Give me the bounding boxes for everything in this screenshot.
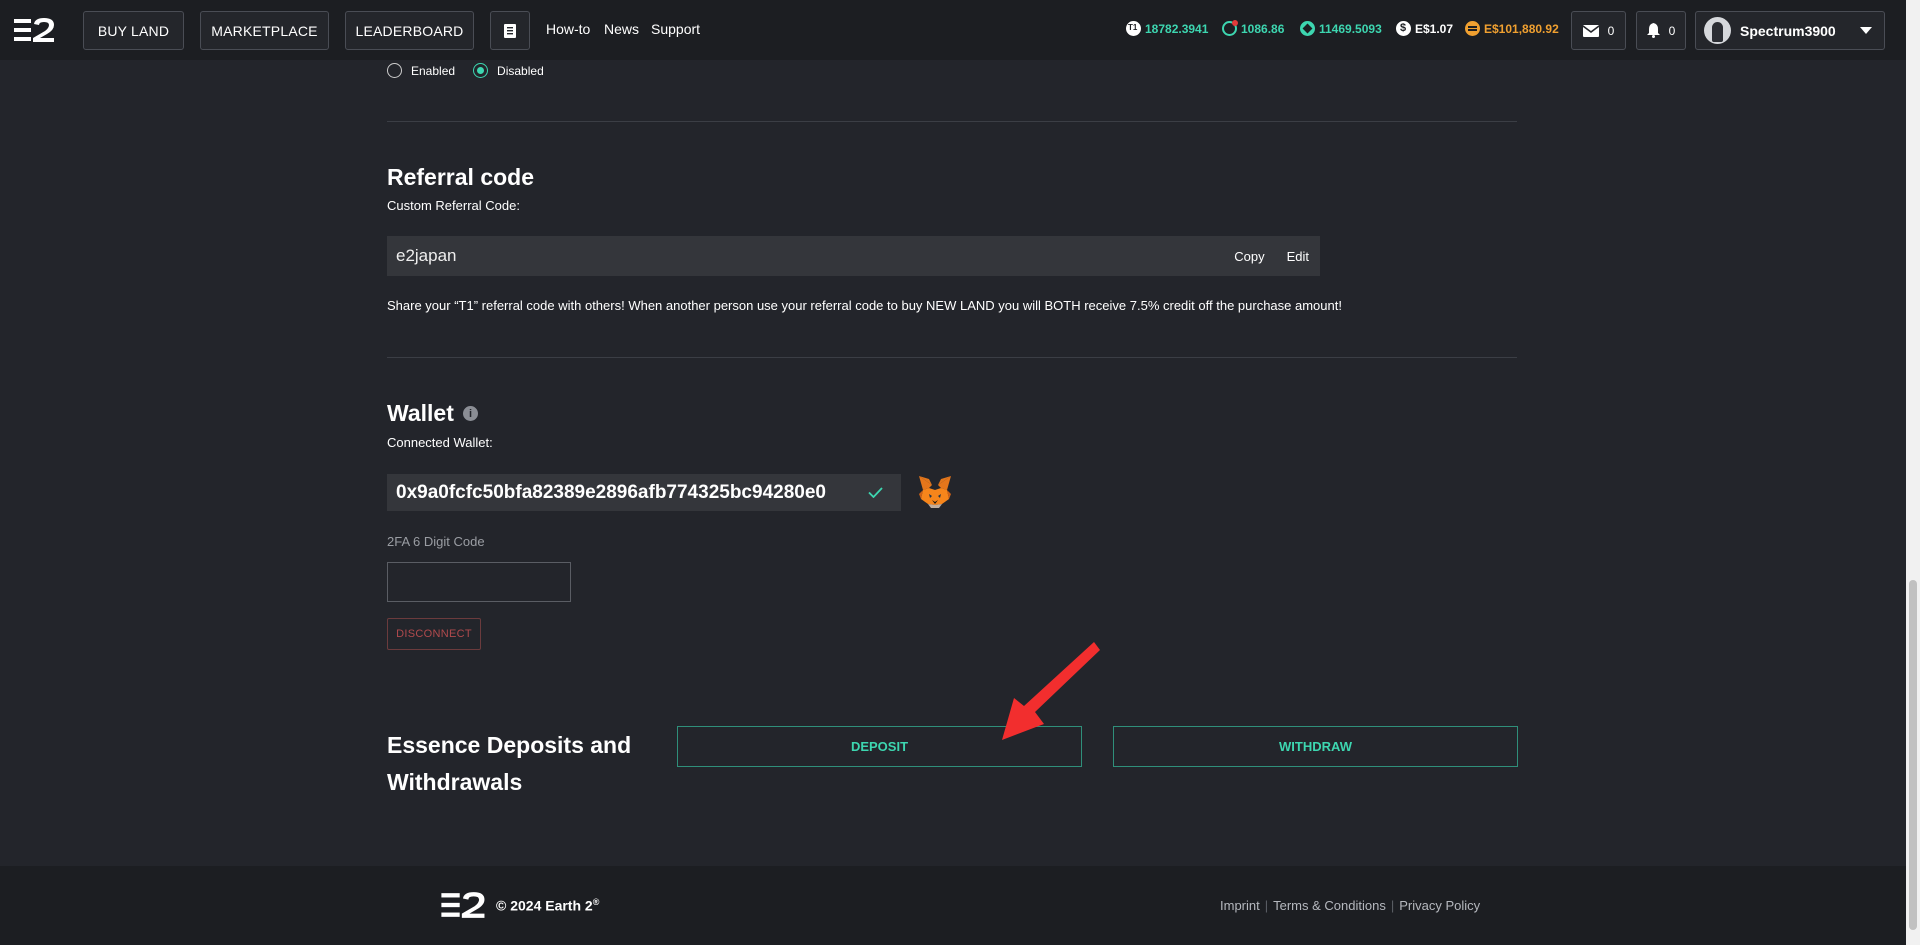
leaderboard-button[interactable]: LEADERBOARD — [345, 11, 474, 50]
wallet-address-field: 0x9a0fcfc50bfa82389e2896afb774325bc94280… — [387, 474, 901, 511]
essence-title: Essence Deposits and Withdrawals — [387, 732, 632, 795]
target-stat[interactable]: 1086.86 — [1222, 20, 1285, 36]
support-link[interactable]: Support — [651, 21, 700, 37]
imprint-link[interactable]: Imprint — [1220, 898, 1260, 913]
footer-links: Imprint | Terms & Conditions | Privacy P… — [1220, 898, 1480, 913]
status-radio-group: Enabled Disabled — [387, 63, 544, 78]
withdraw-button[interactable]: WITHDRAW — [1113, 726, 1518, 767]
target-icon — [1222, 20, 1238, 36]
twofa-label: 2FA 6 Digit Code — [387, 534, 485, 549]
buy-land-button[interactable]: BUY LAND — [83, 11, 184, 50]
twofa-input[interactable] — [387, 562, 571, 602]
disabled-label: Disabled — [497, 63, 544, 78]
notifications-button[interactable]: 0 — [1636, 11, 1686, 50]
chevron-down-icon — [1860, 26, 1872, 34]
document-button[interactable] — [490, 11, 530, 50]
referral-note: Share your “T1” referral code with other… — [387, 298, 1342, 313]
essence-icon — [1300, 21, 1315, 36]
balance-value: E$101,880.92 — [1484, 21, 1559, 36]
wallet-address: 0x9a0fcfc50bfa82389e2896afb774325bc94280… — [396, 481, 826, 503]
marketplace-button[interactable]: MARKETPLACE — [200, 11, 329, 50]
news-link[interactable]: News — [604, 21, 639, 37]
coin-icon — [1465, 21, 1480, 36]
referral-code-value: e2japan — [396, 246, 457, 265]
copyright: © 2024 Earth 2® — [496, 897, 599, 914]
disabled-radio[interactable] — [473, 63, 489, 78]
annotation-arrow — [1002, 642, 1100, 740]
enabled-label: Enabled — [411, 63, 456, 78]
divider — [387, 121, 1517, 122]
document-icon — [504, 23, 516, 38]
username: Spectrum3900 — [1740, 22, 1836, 39]
footer: © 2024 Earth 2® Imprint | Terms & Condit… — [0, 866, 1906, 945]
privacy-link[interactable]: Privacy Policy — [1399, 898, 1480, 913]
dollar-icon: $ — [1396, 21, 1411, 36]
referral-label: Custom Referral Code: — [387, 198, 520, 213]
check-icon — [868, 487, 883, 498]
user-menu[interactable]: Spectrum3900 — [1695, 11, 1885, 50]
terms-link[interactable]: Terms & Conditions — [1273, 898, 1386, 913]
separator: | — [1390, 898, 1395, 913]
wallet-title: Wallet — [387, 400, 454, 426]
info-icon[interactable]: i — [463, 406, 478, 421]
top-navbar: BUY LAND MARKETPLACE LEADERBOARD How-to … — [0, 0, 1906, 60]
es-price-value: E$1.07 — [1415, 21, 1454, 36]
wallet-label: Connected Wallet: — [387, 435, 493, 450]
mail-button[interactable]: 0 — [1571, 11, 1626, 50]
essence-stat[interactable]: 11469.5093 — [1300, 21, 1382, 36]
separator: | — [1264, 898, 1269, 913]
avatar — [1704, 17, 1731, 44]
howto-link[interactable]: How-to — [546, 21, 590, 37]
es-price-stat[interactable]: $ E$1.07 — [1396, 21, 1453, 36]
divider — [387, 357, 1517, 358]
bell-icon — [1646, 23, 1660, 38]
copyright-text: © 2024 Earth 2 — [496, 897, 593, 914]
footer-logo[interactable] — [440, 891, 488, 919]
referral-title: Referral code — [387, 164, 535, 190]
scrollbar-thumb[interactable] — [1909, 580, 1917, 930]
t1-value: 18782.3941 — [1145, 21, 1209, 36]
essence-value: 11469.5093 — [1319, 21, 1382, 36]
t1-icon: T1 — [1126, 21, 1141, 36]
earth2-logo[interactable] — [14, 17, 56, 43]
edit-button[interactable]: Edit — [1287, 249, 1309, 264]
mail-count: 0 — [1607, 23, 1615, 38]
enabled-radio[interactable] — [387, 63, 402, 78]
registered-mark: ® — [592, 897, 600, 907]
metamask-fox-icon[interactable] — [917, 475, 953, 509]
balance-stat[interactable]: E$101,880.92 — [1465, 21, 1559, 36]
target-value: 1086.86 — [1241, 21, 1285, 36]
mail-icon — [1582, 24, 1599, 37]
referral-code-field: e2japan Copy Edit — [387, 236, 1320, 276]
notification-count: 0 — [1668, 23, 1676, 38]
copy-button[interactable]: Copy — [1234, 249, 1264, 264]
t1-stat[interactable]: T1 18782.3941 — [1126, 21, 1208, 36]
disconnect-button[interactable]: DISCONNECT — [387, 618, 481, 650]
